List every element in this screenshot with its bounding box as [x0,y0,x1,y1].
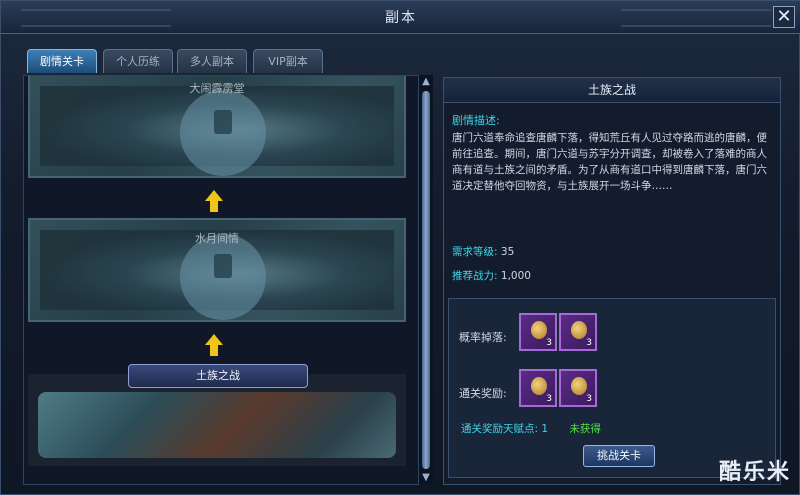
clear-item-2[interactable]: 3 [559,369,597,407]
description-text: 唐门六道奉命追查唐麟下落，得知荒丘有人见过夺路而逃的唐麟，便前往追查。期间，唐门… [452,132,767,192]
tab-multiplayer-dungeon[interactable]: 多人副本 [177,49,247,73]
lock-icon [180,234,266,320]
item-quantity: 3 [586,338,592,348]
window-title: 副本 [385,10,417,26]
description-label: 剧情描述: [452,114,500,127]
required-level: 需求等级: 35 [452,244,514,259]
stage-card-1[interactable]: 大闹霹雳堂 [28,76,406,178]
required-level-label: 需求等级: [452,246,498,258]
stage-name: 大闹霹雳堂 [189,82,245,95]
talent-reward-status: 未获得 [569,423,601,435]
item-quantity: 3 [586,394,592,404]
treasure-bag-icon [531,377,547,395]
drop-item-2[interactable]: 3 [559,313,597,351]
stage-card-2[interactable]: 水月间情 [28,218,406,322]
item-quantity: 3 [546,394,552,404]
tab-vip-dungeon[interactable]: VIP副本 [253,49,323,73]
talent-reward-label: 通关奖励天赋点: 1 [461,423,549,435]
treasure-bag-icon [531,321,547,339]
treasure-bag-icon [571,377,587,395]
drop-item-1[interactable]: 3 [519,313,557,351]
lock-icon [180,90,266,176]
talent-reward: 通关奖励天赋点: 1 未获得 [461,421,601,436]
dungeon-window: 副本 ✕ 剧情关卡 个人历练 多人副本 VIP副本 大闹霹雳堂 水月间情 土族之… [0,0,800,495]
stage-detail-title: 土族之战 [444,78,780,103]
tab-story-stages[interactable]: 剧情关卡 [27,49,97,73]
scroll-down-icon[interactable]: ▼ [419,471,433,485]
scroll-thumb[interactable] [422,91,430,469]
watermark: 酷乐米 [718,460,791,485]
drop-label: 概率掉落: [459,331,507,344]
clear-item-1[interactable]: 3 [519,369,557,407]
treasure-bag-icon [571,321,587,339]
stage-name: 水月间情 [195,232,239,245]
up-arrow-icon [205,190,223,212]
item-quantity: 3 [546,338,552,348]
title-bar: 副本 ✕ [1,1,800,34]
stage-list: 大闹霹雳堂 水月间情 土族之战 [23,75,419,485]
stage-art [38,392,396,458]
challenge-stage-button[interactable]: 挑战关卡 [583,445,655,467]
clear-reward-label: 通关奖励: [459,387,507,400]
close-button[interactable]: ✕ [773,6,795,28]
required-level-value: 35 [500,246,515,258]
tab-personal-training[interactable]: 个人历练 [103,49,173,73]
stage-card-3[interactable]: 土族之战 [28,364,406,466]
recommended-power: 推荐战力: 1,000 [452,268,531,283]
stage-list-scrollbar[interactable]: ▲ ▼ [419,75,433,485]
recommended-power-value: 1,000 [500,270,531,282]
recommended-power-label: 推荐战力: [452,270,498,282]
stage-detail-panel: 土族之战 剧情描述: 唐门六道奉命追查唐麟下落，得知荒丘有人见过夺路而逃的唐麟，… [443,77,781,485]
scroll-up-icon[interactable]: ▲ [419,75,433,89]
up-arrow-icon [205,334,223,356]
reward-box: 概率掉落: 3 3 通关奖励: 3 3 通关奖励天赋点: 1 未获得 挑战关卡 [448,298,776,478]
stage-banner: 土族之战 [128,364,308,388]
